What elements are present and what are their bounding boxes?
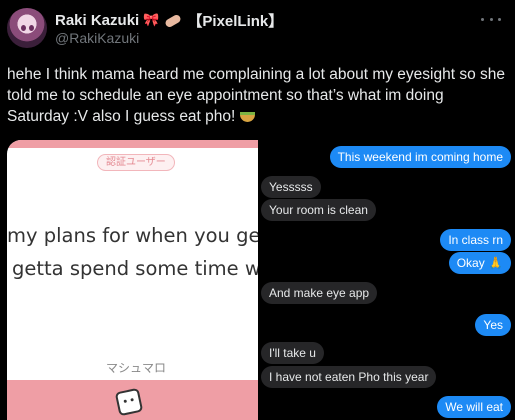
chat-bubble-outgoing: We will eat <box>437 396 511 418</box>
ribbon-emoji-icon: 🎀 <box>143 13 160 28</box>
marshmallow-brand: マシュマロ <box>106 361 167 375</box>
question-line-1: my plans for when you get ho <box>7 224 299 247</box>
tweet-header: Raki Kazuki 🎀 【PixelLink】 @RakiKazuki <box>0 0 515 60</box>
tweet-media[interactable]: 認証ユーザー my plans for when you get ho gett… <box>7 140 515 420</box>
display-name[interactable]: Raki Kazuki <box>55 12 139 29</box>
chat-bubble-outgoing: This weekend im coming home <box>329 146 511 168</box>
pho-bowl-icon <box>239 112 255 122</box>
chat-screenshot-image[interactable]: This weekend im coming home Yesssss Your… <box>258 140 515 420</box>
chat-bubble-outgoing: In class rn <box>440 229 511 251</box>
chat-bubble-incoming: Yesssss <box>261 176 321 198</box>
tweet-text: hehe I think mama heard me complaining a… <box>7 64 507 127</box>
marshmallow-question-image[interactable]: 認証ユーザー my plans for when you get ho gett… <box>7 140 299 420</box>
pink-band-top <box>7 140 258 148</box>
avatar-eye-right <box>29 25 34 31</box>
chat-bubble-incoming: I have not eaten Pho this year <box>261 366 437 388</box>
chat-bubble-outgoing: Yes <box>475 314 511 336</box>
avatar[interactable] <box>7 8 47 48</box>
more-horizontal-icon[interactable] <box>481 12 501 26</box>
name-row: Raki Kazuki 🎀 【PixelLink】 <box>55 10 283 31</box>
tweet-body: hehe I think mama heard me complaining a… <box>7 66 505 125</box>
name-tag: 【PixelLink】 <box>187 13 284 30</box>
chat-bubble-incoming: I'll take u <box>261 342 324 364</box>
marshmallow-icon <box>114 387 144 417</box>
avatar-eye-left <box>21 25 26 31</box>
verified-user-badge: 認証ユーザー <box>97 154 175 171</box>
chat-bubble-incoming: And make eye app <box>261 282 378 304</box>
chat-bubble-incoming: Your room is clean <box>261 199 376 221</box>
chat-bubble-outgoing: Okay 🙏 <box>448 252 511 274</box>
bandage-emoji-icon <box>164 13 183 28</box>
question-line-2: getta spend some time with <box>12 257 287 280</box>
user-handle[interactable]: @RakiKazuki <box>55 30 139 46</box>
